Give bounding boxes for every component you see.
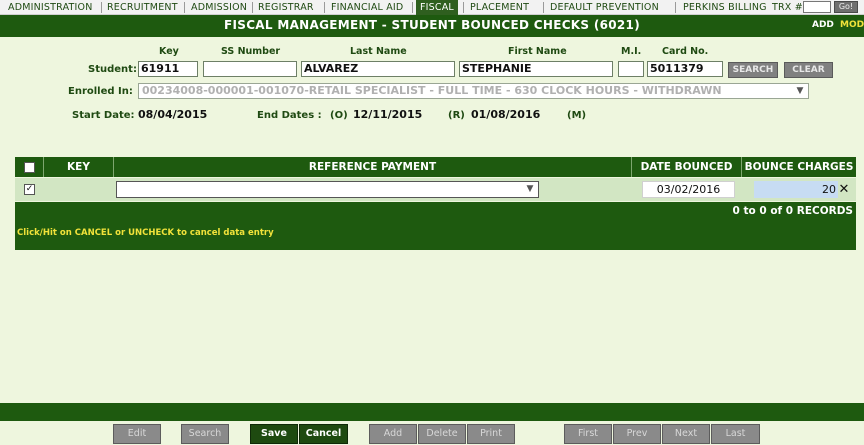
ssn-header: SS Number — [221, 46, 281, 57]
cancel-button[interactable]: Cancel — [299, 424, 348, 444]
enrollment-select[interactable]: 00234008-000001-001070-RETAIL SPECIALIST… — [138, 83, 809, 99]
tab-admission[interactable]: ADMISSION — [191, 0, 247, 15]
enrolled-in-label: Enrolled In: — [68, 86, 133, 97]
date-bounced-input[interactable]: 03/02/2016 — [642, 181, 735, 198]
nav-divider — [252, 2, 253, 13]
card-no-field[interactable]: 5011379 — [647, 61, 723, 77]
date-bounced-column-header: DATE BOUNCED — [631, 157, 741, 177]
chevron-down-icon: ▼ — [526, 184, 534, 194]
mi-header: M.I. — [621, 46, 642, 57]
end-date-m-label: (M) — [567, 110, 587, 121]
tab-placement[interactable]: PLACEMENT — [470, 0, 529, 15]
grid-footer: 0 to 0 of 0 RECORDS Click/Hit on CANCEL … — [15, 202, 856, 250]
nav-divider — [543, 2, 544, 13]
enrollment-value: 00234008-000001-001070-RETAIL SPECIALIST… — [142, 84, 722, 97]
nav-divider — [675, 2, 676, 13]
first-name-header: First Name — [508, 46, 567, 57]
nav-divider — [324, 2, 325, 13]
reference-payment-column-header: REFERENCE PAYMENT — [113, 157, 631, 177]
tab-financial-aid[interactable]: FINANCIAL AID — [331, 0, 403, 15]
search-button[interactable]: SEARCH — [728, 62, 778, 78]
mi-field[interactable] — [618, 61, 644, 77]
student-key-field[interactable]: 61911 — [138, 61, 198, 77]
end-dates-label: End Dates : — [257, 110, 322, 121]
footer-bar — [0, 403, 864, 421]
start-date-label: Start Date: — [72, 110, 135, 121]
select-all-cell — [15, 157, 43, 177]
bounce-charges-input[interactable]: 20 — [754, 181, 838, 198]
edit-button[interactable]: Edit — [113, 424, 161, 444]
nav-divider — [101, 2, 102, 13]
end-date-r-label: (R) — [448, 110, 465, 121]
reference-payment-select[interactable]: ▼ — [116, 181, 539, 198]
last-button[interactable]: Last — [711, 424, 760, 444]
title-bar: FISCAL MANAGEMENT - STUDENT BOUNCED CHEC… — [0, 15, 864, 37]
add-mode-indicator: ADD — [812, 20, 834, 30]
top-nav: ADMINISTRATION RECRUITMENT ADMISSION REG… — [0, 0, 864, 15]
last-name-header: Last Name — [350, 46, 407, 57]
nav-divider — [412, 2, 413, 13]
first-name-field[interactable]: STEPHANIE — [459, 61, 613, 77]
tab-default-prevention[interactable]: DEFAULT PREVENTION — [550, 0, 659, 15]
table-row: ✓ ▼ 03/02/2016 20 ✕ — [15, 178, 856, 201]
page-title: FISCAL MANAGEMENT - STUDENT BOUNCED CHEC… — [224, 18, 640, 32]
prev-button[interactable]: Prev — [613, 424, 661, 444]
ssn-field[interactable] — [203, 61, 297, 77]
select-all-checkbox[interactable] — [24, 162, 35, 173]
go-button[interactable]: Go! — [834, 1, 858, 13]
start-date-value: 08/04/2015 — [138, 108, 208, 121]
end-date-o-value: 12/11/2015 — [353, 108, 423, 121]
mod-mode-indicator: MOD — [840, 20, 864, 30]
row-checkbox[interactable]: ✓ — [24, 184, 35, 195]
delete-button[interactable]: Delete — [418, 424, 466, 444]
clear-button[interactable]: CLEAR — [784, 62, 833, 78]
tab-perkins-billing[interactable]: PERKINS BILLING — [683, 0, 767, 15]
first-button[interactable]: First — [564, 424, 612, 444]
tab-registrar[interactable]: REGISTRAR — [258, 0, 314, 15]
end-date-r-value: 01/08/2016 — [471, 108, 541, 121]
key-column-header: KEY — [43, 157, 113, 177]
student-label: Student: — [88, 64, 137, 75]
records-count: 0 to 0 of 0 RECORDS — [732, 205, 853, 217]
chevron-down-icon: ▼ — [796, 86, 804, 96]
row-key-cell — [43, 178, 113, 201]
nav-divider — [463, 2, 464, 13]
next-button[interactable]: Next — [662, 424, 710, 444]
print-button[interactable]: Print — [467, 424, 515, 444]
search-footer-button[interactable]: Search — [181, 424, 229, 444]
card-no-header: Card No. — [662, 46, 709, 57]
save-button[interactable]: Save — [250, 424, 298, 444]
grid-header: KEY REFERENCE PAYMENT DATE BOUNCED BOUNC… — [15, 157, 856, 177]
cancel-instruction: Click/Hit on CANCEL or UNCHECK to cancel… — [17, 228, 274, 238]
close-icon[interactable]: ✕ — [837, 181, 851, 198]
trx-label: TRX #: — [772, 2, 807, 13]
tab-recruitment[interactable]: RECRUITMENT — [107, 0, 178, 15]
trx-input[interactable] — [803, 1, 831, 13]
key-header: Key — [159, 46, 179, 57]
add-button[interactable]: Add — [369, 424, 417, 444]
last-name-field[interactable]: ALVAREZ — [301, 61, 455, 77]
end-date-o-label: (O) — [330, 110, 348, 121]
bounce-charges-column-header: BOUNCE CHARGES — [741, 157, 856, 177]
nav-divider — [184, 2, 185, 13]
tab-fiscal[interactable]: FISCAL — [416, 0, 458, 15]
tab-administration[interactable]: ADMINISTRATION — [8, 0, 93, 15]
